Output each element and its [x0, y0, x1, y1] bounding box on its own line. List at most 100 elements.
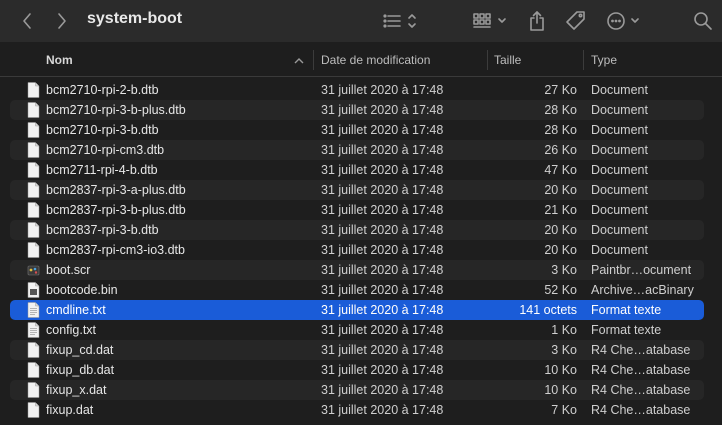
file-size: 21 Ko	[544, 203, 577, 217]
file-kind: Archive…acBinary	[591, 283, 694, 297]
back-button[interactable]	[18, 11, 36, 31]
tag-button[interactable]	[564, 10, 588, 32]
group-button[interactable]	[472, 11, 510, 31]
file-size: 28 Ko	[544, 123, 577, 137]
file-name: bcm2837-rpi-3-b.dtb	[46, 223, 159, 237]
file-size: 141 octets	[519, 303, 577, 317]
column-size-header[interactable]: Taille	[494, 42, 521, 76]
column-kind-header[interactable]: Type	[591, 42, 617, 76]
file-name: bcm2711-rpi-4-b.dtb	[46, 163, 158, 177]
file-date: 31 juillet 2020 à 17:48	[321, 243, 444, 257]
file-size: 26 Ko	[544, 143, 577, 157]
file-row[interactable]: bootcode.bin 31 juillet 2020 à 17:48 52 Ko…	[10, 280, 704, 300]
file-row[interactable]: bcm2837-rpi-3-b-plus.dtb 31 juillet 2020 …	[10, 200, 704, 220]
text-document-icon	[27, 302, 40, 318]
file-row[interactable]: bcm2837-rpi-3-b.dtb 31 juillet 2020 à 17:…	[10, 220, 704, 240]
file-size: 27 Ko	[544, 83, 577, 97]
file-kind: R4 Che…atabase	[591, 403, 691, 417]
file-row[interactable]: fixup_x.dat 31 juillet 2020 à 17:48 10 Ko R…	[10, 380, 704, 400]
file-row[interactable]: fixup_cd.dat 31 juillet 2020 à 17:48 3 Ko R…	[10, 340, 704, 360]
column-divider[interactable]	[313, 50, 314, 70]
column-date-header[interactable]: Date de modification	[321, 42, 430, 76]
file-row[interactable]: bcm2711-rpi-4-b.dtb 31 juillet 2020 à 17:…	[10, 160, 704, 180]
file-date: 31 juillet 2020 à 17:48	[321, 83, 444, 97]
window-title: system-boot	[87, 10, 183, 27]
column-name-header[interactable]: Nom	[46, 42, 73, 76]
sort-ascending-icon[interactable]	[294, 57, 304, 64]
file-name: fixup_cd.dat	[46, 343, 114, 357]
file-row[interactable]: fixup_db.dat 31 juillet 2020 à 17:48 10 Ko…	[10, 360, 704, 380]
document-icon	[27, 182, 40, 198]
file-row[interactable]: bcm2710-rpi-cm3.dtb 31 juillet 2020 à 17:…	[10, 140, 704, 160]
file-date: 31 juillet 2020 à 17:48	[321, 143, 444, 157]
column-divider[interactable]	[487, 50, 488, 70]
file-row[interactable]: bcm2837-rpi-3-a-plus.dtb 31 juillet 2020 …	[10, 180, 704, 200]
file-name: bcm2710-rpi-2-b.dtb	[46, 83, 159, 97]
file-size: 7 Ko	[551, 403, 577, 417]
file-row[interactable]: bcm2710-rpi-3-b-plus.dtb 31 juillet 2020 …	[10, 100, 704, 120]
document-icon	[27, 222, 40, 238]
file-name: fixup_x.dat	[46, 383, 107, 397]
file-row[interactable]: bcm2837-rpi-cm3-io3.dtb 31 juillet 2020 à…	[10, 240, 704, 260]
tag-icon	[566, 11, 585, 30]
file-name: bcm2837-rpi-cm3-io3.dtb	[46, 243, 185, 257]
file-size: 20 Ko	[544, 223, 577, 237]
view-mode-button[interactable]	[382, 11, 420, 31]
paint-document-icon	[27, 265, 40, 276]
file-size: 10 Ko	[544, 363, 577, 377]
file-size: 3 Ko	[551, 343, 577, 357]
file-name: bcm2710-rpi-3-b-plus.dtb	[46, 103, 186, 117]
document-icon	[27, 82, 40, 98]
share-button[interactable]	[527, 9, 547, 33]
file-kind: Format texte	[591, 323, 662, 337]
document-icon	[27, 102, 40, 118]
toolbar: system-boot	[0, 0, 722, 43]
chevron-left-icon	[23, 13, 31, 29]
column-divider[interactable]	[583, 50, 584, 70]
file-size: 3 Ko	[551, 263, 577, 277]
file-row[interactable]: bcm2710-rpi-2-b.dtb 31 juillet 2020 à 17:…	[10, 80, 704, 100]
file-kind: Document	[591, 83, 648, 97]
search-button[interactable]	[692, 10, 714, 32]
file-size: 1 Ko	[551, 323, 577, 337]
icon-grid-icon	[473, 13, 506, 28]
file-kind: Document	[591, 123, 648, 137]
document-icon	[27, 242, 40, 258]
file-kind: Document	[591, 183, 648, 197]
document-icon	[27, 162, 40, 178]
file-kind: Document	[591, 143, 648, 157]
file-date: 31 juillet 2020 à 17:48	[321, 123, 444, 137]
file-kind: Document	[591, 243, 648, 257]
document-icon	[27, 142, 40, 158]
chevron-right-icon	[58, 13, 66, 29]
file-date: 31 juillet 2020 à 17:48	[321, 383, 444, 397]
document-icon	[27, 202, 40, 218]
search-icon	[694, 12, 712, 30]
file-name: bootcode.bin	[46, 283, 118, 297]
file-kind: R4 Che…atabase	[591, 383, 691, 397]
file-name: bcm2710-rpi-3-b.dtb	[46, 123, 159, 137]
document-icon	[27, 122, 40, 138]
file-date: 31 juillet 2020 à 17:48	[321, 163, 444, 177]
file-row[interactable]: boot.scr 31 juillet 2020 à 17:48 3 Ko Paint…	[10, 260, 704, 280]
file-row[interactable]: fixup.dat 31 juillet 2020 à 17:48 7 Ko R4 C…	[10, 400, 704, 420]
document-icon	[27, 382, 40, 398]
list-view-icon	[383, 14, 416, 28]
file-date: 31 juillet 2020 à 17:48	[321, 203, 444, 217]
file-size: 20 Ko	[544, 243, 577, 257]
file-date: 31 juillet 2020 à 17:48	[321, 363, 444, 377]
file-name: cmdline.txt	[46, 303, 106, 317]
forward-button[interactable]	[53, 11, 71, 31]
file-row[interactable]: bcm2710-rpi-3-b.dtb 31 juillet 2020 à 17:…	[10, 120, 704, 140]
file-date: 31 juillet 2020 à 17:48	[321, 323, 444, 337]
file-row[interactable]: config.txt 31 juillet 2020 à 17:48 1 Ko For…	[10, 320, 704, 340]
file-kind: Document	[591, 163, 648, 177]
file-size: 28 Ko	[544, 103, 577, 117]
file-name: fixup.dat	[46, 403, 94, 417]
more-actions-button[interactable]	[605, 10, 643, 32]
file-date: 31 juillet 2020 à 17:48	[321, 263, 444, 277]
file-name: bcm2837-rpi-3-a-plus.dtb	[46, 183, 186, 197]
file-size: 20 Ko	[544, 183, 577, 197]
document-icon	[27, 342, 40, 358]
file-row-selected[interactable]: cmdline.txt 31 juillet 2020 à 17:48 141 oc…	[10, 300, 704, 320]
